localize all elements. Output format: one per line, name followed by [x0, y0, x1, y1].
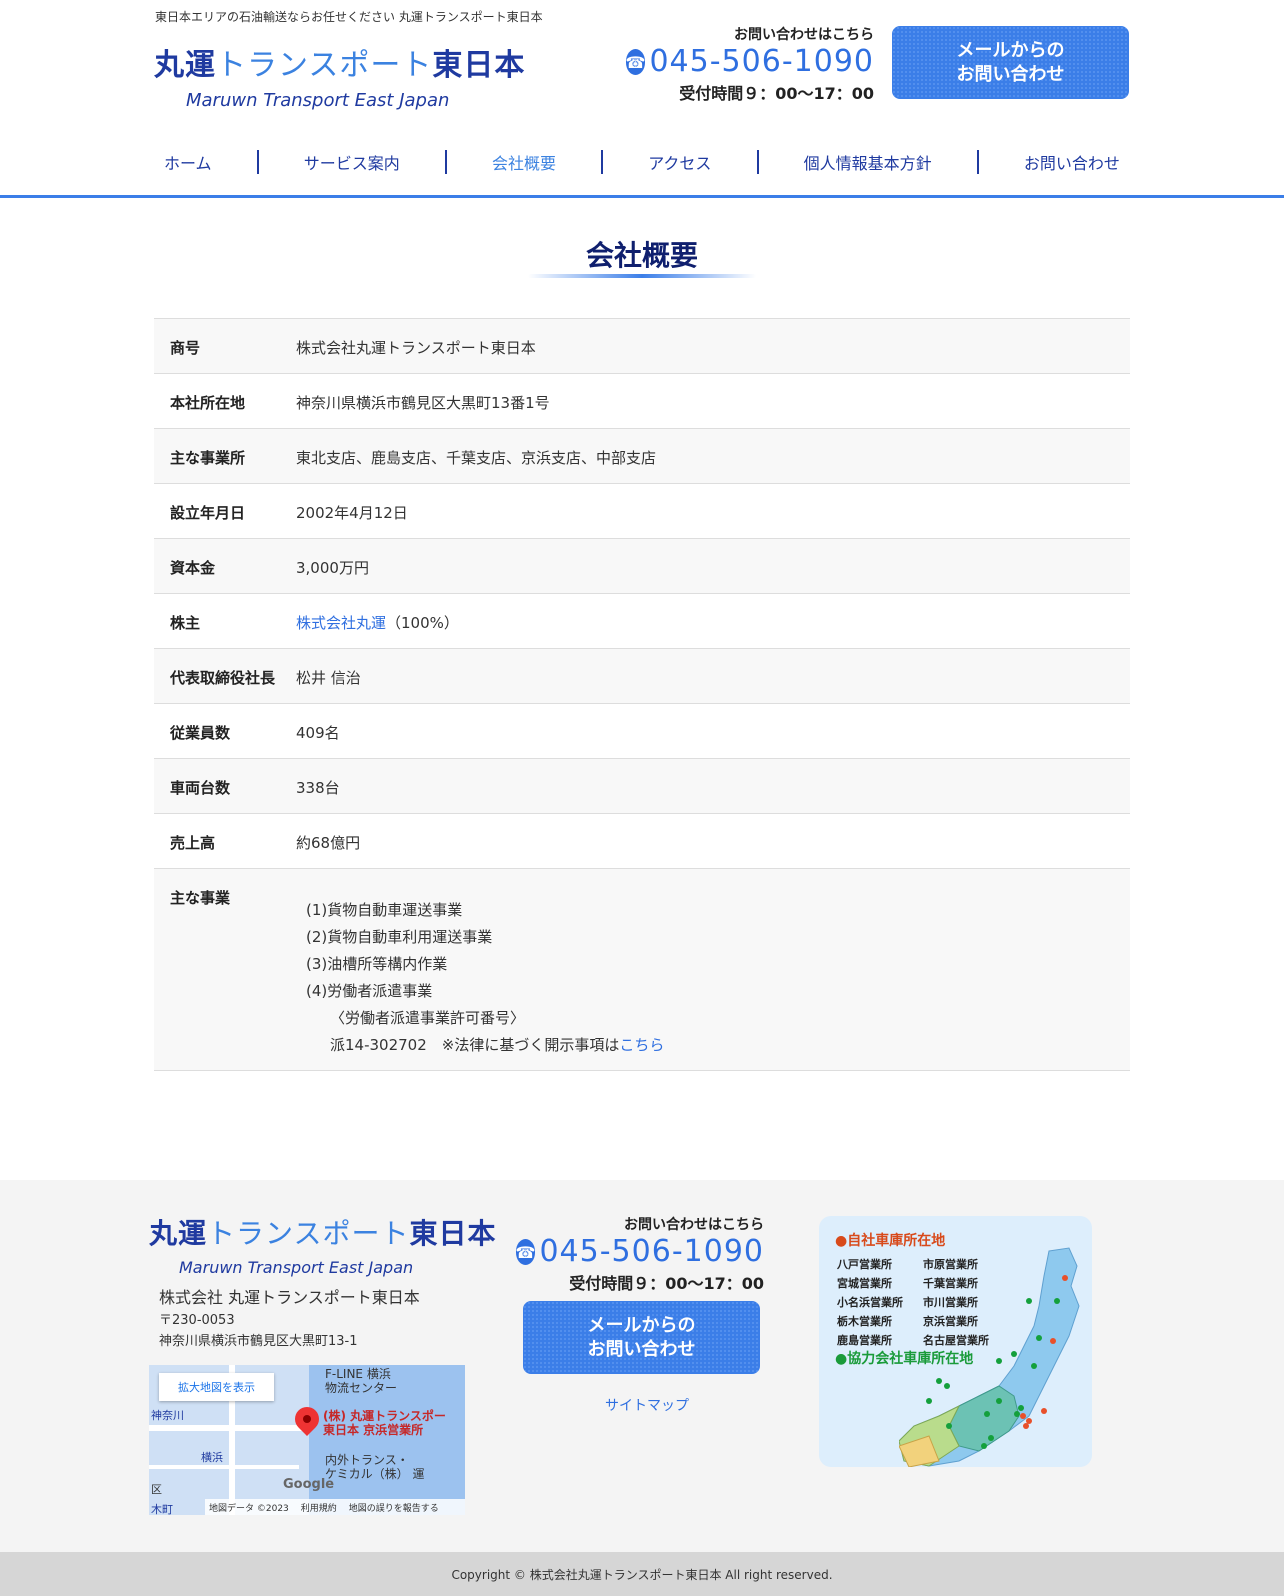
- table-row: 資本金 3,000万円: [154, 539, 1130, 594]
- map-road: [149, 1465, 299, 1469]
- page-title: 会社概要: [585, 239, 698, 272]
- footer: 丸運トランスポート東日本 Maruwn Transport East Japan…: [0, 1180, 1284, 1552]
- table-row: 株主 株式会社丸運（100%）: [154, 594, 1130, 649]
- japan-map-illustration: [899, 1247, 1080, 1467]
- nav-contact[interactable]: お問い合わせ: [1014, 150, 1130, 174]
- garage-location-map[interactable]: ●自社車庫所在地 八戸営業所 市原営業所 宮城営業所 千葉営業所 小名浜営業所 …: [819, 1216, 1092, 1467]
- table-row: 主な事業所 東北支店、鹿島支店、千葉支店、京浜支店、中部支店: [154, 429, 1130, 484]
- table-row: 商号 株式会社丸運トランスポート東日本: [154, 319, 1130, 374]
- row-value: 3,000万円: [296, 559, 369, 577]
- site-logo[interactable]: 丸運トランスポート東日本 Maruwn Transport East Japan: [154, 40, 526, 111]
- list-item: (1)貨物自動車運送事業: [306, 901, 463, 919]
- sitemap-link[interactable]: サイトマップ: [605, 1395, 689, 1415]
- row-value: 株式会社丸運トランスポート東日本: [296, 339, 536, 357]
- permit-label: 〈労働者派遣事業許可番号〉: [330, 1009, 526, 1027]
- map-place-label: 横浜: [201, 1451, 223, 1464]
- map-place-label: 区: [151, 1483, 162, 1496]
- row-label: 主な事業所: [170, 449, 246, 467]
- row-value: 338台: [296, 779, 340, 797]
- map-place-label: 木町: [151, 1503, 173, 1515]
- footer-zip: 〒230-0053: [159, 1313, 235, 1328]
- nav-bottom-line: [0, 195, 1284, 198]
- table-row: 設立年月日 2002年4月12日: [154, 484, 1130, 539]
- list-item: (2)貨物自動車利用運送事業: [306, 928, 493, 946]
- table-row: 車両台数 338台: [154, 759, 1130, 814]
- map-attribution-bar: 地図データ ©2023 利用規約 地図の誤りを報告する: [205, 1499, 465, 1515]
- row-label: 商号: [170, 339, 201, 357]
- map-pin-dot: [303, 1415, 311, 1423]
- logo-jp: 丸運トランスポート東日本: [154, 48, 526, 83]
- table-row: 売上高 約68億円: [154, 814, 1130, 869]
- google-logo: Google: [283, 1477, 335, 1492]
- footer-logo[interactable]: 丸運トランスポート東日本 Maruwn Transport East Japan: [149, 1212, 496, 1277]
- row-label: 従業員数: [170, 724, 231, 742]
- row-value: 松井 信治: [296, 669, 361, 687]
- nav-home[interactable]: ホーム: [154, 150, 222, 174]
- list-item: (3)油槽所等構内作業: [306, 955, 448, 973]
- map-data-credit: 地図データ ©2023: [209, 1503, 289, 1514]
- list-item: (4)労働者派遣事業: [306, 982, 433, 1000]
- nav-access[interactable]: アクセス: [638, 150, 721, 174]
- nav-separator: [756, 150, 759, 174]
- row-value: 東北支店、鹿島支店、千葉支店、京浜支店、中部支店: [296, 449, 657, 467]
- row-label: 本社所在地: [170, 394, 246, 412]
- footer-mail-contact-button[interactable]: メールからの お問い合わせ: [523, 1301, 760, 1374]
- table-row: 主な事業 (1)貨物自動車運送事業 (2)貨物自動車利用運送事業 (3)油槽所等…: [154, 869, 1130, 1071]
- row-label: 株主: [170, 614, 201, 632]
- tel-hours: 受付時間９：00～17：00: [679, 84, 874, 103]
- header-tel-block: お問い合わせはこちら ☎ 045-506-1090 受付時間９：00～17：00: [625, 24, 874, 104]
- mail-contact-button[interactable]: メールからの お問い合わせ: [892, 26, 1129, 99]
- row-label: 代表取締役社長: [170, 669, 276, 687]
- map-report-link[interactable]: 地図の誤りを報告する: [349, 1501, 439, 1514]
- tel-number-link[interactable]: 045-506-1090: [649, 46, 874, 78]
- footer-tel-number-link[interactable]: 045-506-1090: [539, 1236, 764, 1268]
- footer-tel-block: お問い合わせはこちら ☎ 045-506-1090 受付時間９：00～17：00: [515, 1217, 764, 1293]
- nav-company[interactable]: 会社概要: [482, 150, 566, 174]
- footer-address: 神奈川県横浜市鶴見区大黒町13-1: [159, 1334, 358, 1349]
- table-row: 本社所在地 神奈川県横浜市鶴見区大黒町13番1号: [154, 374, 1130, 429]
- site-tagline: 東日本エリアの石油輸送ならお任せください 丸運トランスポート東日本: [155, 10, 543, 24]
- business-list: (1)貨物自動車運送事業 (2)貨物自動車利用運送事業 (3)油槽所等構内作業 …: [296, 887, 1130, 1059]
- footer-company-name: 株式会社 丸運トランスポート東日本: [159, 1288, 420, 1307]
- table-row: 従業員数 409名: [154, 704, 1130, 759]
- nav-separator: [256, 150, 259, 174]
- phone-icon: ☎: [625, 49, 646, 75]
- logo-en: Maruwn Transport East Japan: [186, 90, 450, 111]
- phone-icon: ☎: [515, 1239, 536, 1265]
- map-enlarge-button[interactable]: 拡大地図を表示: [159, 1373, 274, 1401]
- embedded-map[interactable]: 神奈川 横浜 区 木町 F-LINE 横浜 物流センター (株) 丸運トランスポ…: [149, 1365, 465, 1515]
- row-value: 神奈川県横浜市鶴見区大黒町13番1号: [296, 394, 550, 412]
- company-info-table: 商号 株式会社丸運トランスポート東日本 本社所在地 神奈川県横浜市鶴見区大黒町1…: [154, 318, 1130, 1071]
- row-value: 約68億円: [296, 834, 361, 852]
- permit-text: 派14-302702 ※法律に基づく開示事項はこちら: [330, 1036, 665, 1054]
- title-underline: [528, 274, 756, 278]
- nav-services[interactable]: サービス案内: [294, 150, 410, 174]
- row-value: 2002年4月12日: [296, 504, 408, 522]
- tel-label: お問い合わせはこちら: [734, 27, 874, 43]
- copyright: Copyright © 株式会社丸運トランスポート東日本 All right r…: [0, 1552, 1284, 1596]
- map-terms-link[interactable]: 利用規約: [301, 1501, 337, 1514]
- disclosure-link[interactable]: こちら: [619, 1036, 664, 1054]
- row-label: 設立年月日: [170, 504, 246, 522]
- main-nav: ホーム サービス案内 会社概要 アクセス 個人情報基本方針 お問い合わせ: [154, 148, 1130, 176]
- nav-separator: [444, 150, 447, 174]
- shareholder-link[interactable]: 株式会社丸運: [296, 614, 386, 632]
- row-label: 売上高: [170, 834, 216, 852]
- row-value: 409名: [296, 724, 340, 742]
- table-row: 代表取締役社長 松井 信治: [154, 649, 1130, 704]
- map-pin-label: (株) 丸運トランスポー 東日本 京浜営業所: [323, 1409, 446, 1437]
- row-label: 主な事業: [170, 889, 231, 907]
- map-place-label: 神奈川: [151, 1409, 184, 1422]
- map-poi-label: 内外トランス・ ケミカル（株） 運: [325, 1453, 425, 1481]
- row-label: 資本金: [170, 559, 216, 577]
- row-value: 株式会社丸運（100%）: [296, 614, 459, 632]
- row-label: 車両台数: [170, 779, 231, 797]
- nav-separator: [976, 150, 979, 174]
- nav-privacy[interactable]: 個人情報基本方針: [794, 150, 942, 174]
- row-value: (1)貨物自動車運送事業 (2)貨物自動車利用運送事業 (3)油槽所等構内作業 …: [296, 869, 1130, 1070]
- nav-separator: [601, 150, 604, 174]
- map-poi-label: F-LINE 横浜 物流センター: [325, 1367, 398, 1395]
